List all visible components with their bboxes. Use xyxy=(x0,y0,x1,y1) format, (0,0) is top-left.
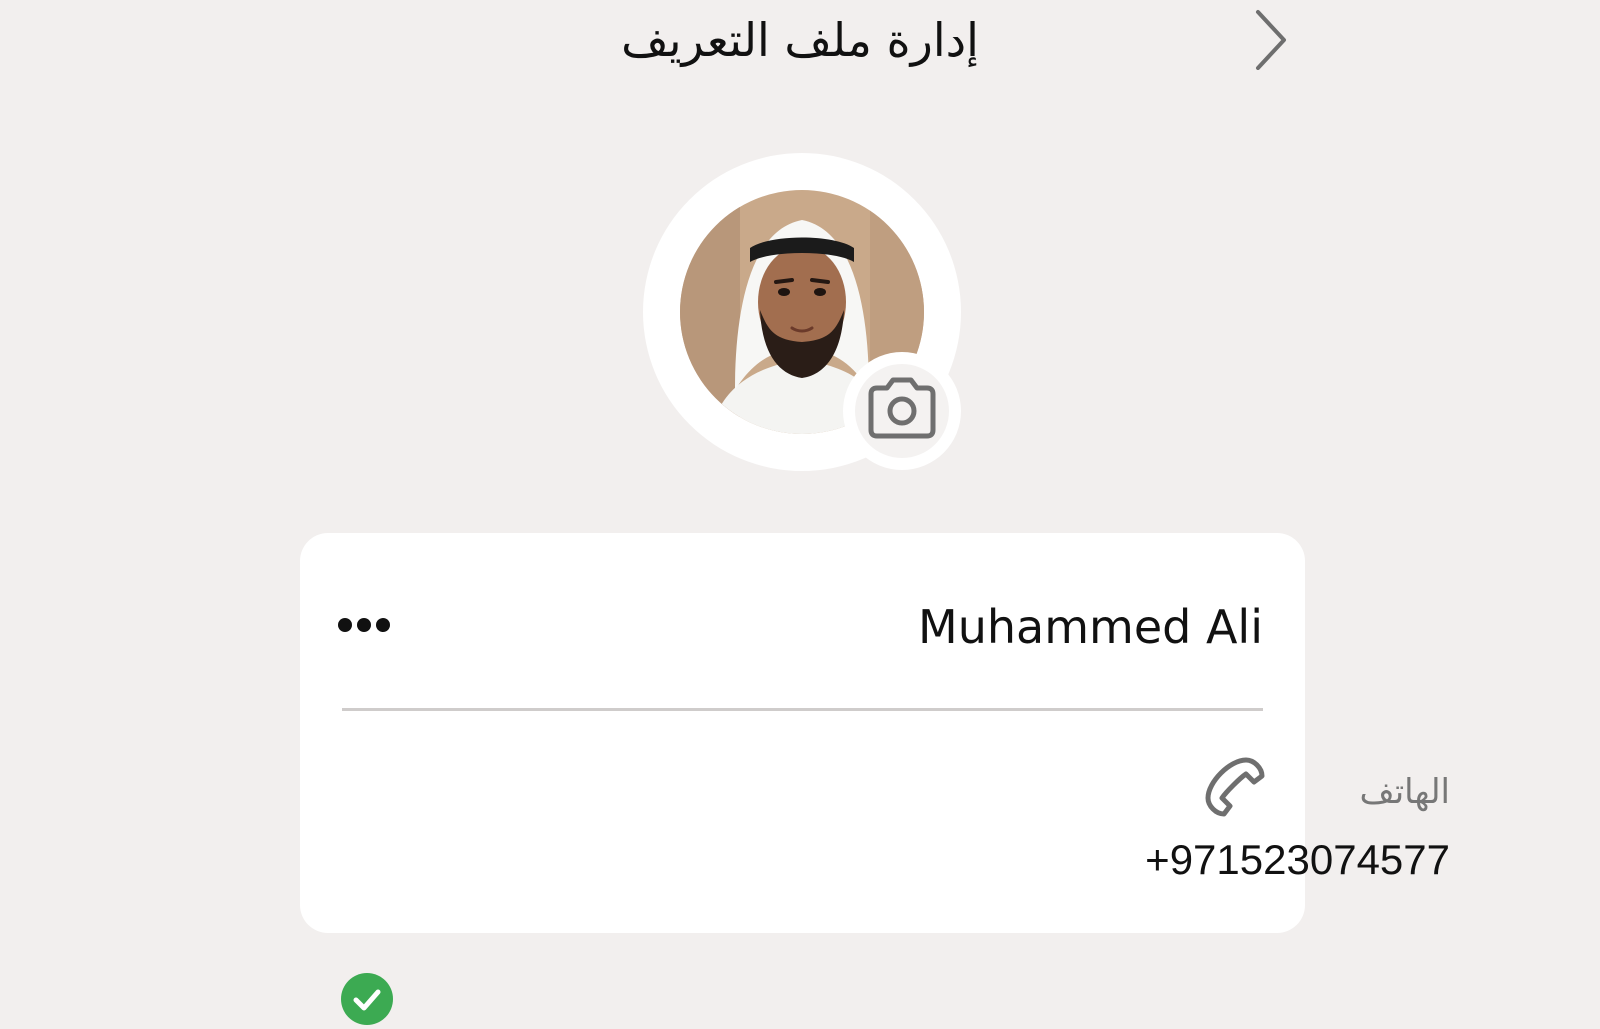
more-options-button[interactable] xyxy=(338,608,398,642)
more-dot xyxy=(376,618,390,632)
divider xyxy=(342,708,1263,711)
user-name: Muhammed Ali xyxy=(918,600,1263,654)
phone-number: +971523074577 xyxy=(1145,836,1450,883)
phone-row[interactable] xyxy=(300,713,1305,1025)
camera-icon xyxy=(868,377,936,439)
phone-label: الهاتف xyxy=(1359,772,1451,812)
page-title: إدارة ملف التعريف xyxy=(621,13,979,67)
more-horizontal-icon xyxy=(338,618,352,632)
back-button[interactable] xyxy=(1250,6,1290,70)
phone-icon xyxy=(1205,757,1265,817)
change-photo-button[interactable] xyxy=(843,352,961,470)
verified-badge xyxy=(341,973,393,1025)
top-bar: إدارة ملف التعريف xyxy=(0,0,1600,90)
chevron-right-icon xyxy=(1256,10,1286,70)
name-row[interactable]: Muhammed Ali xyxy=(300,533,1305,709)
more-dot xyxy=(357,618,371,632)
check-circle-icon xyxy=(353,989,381,1011)
